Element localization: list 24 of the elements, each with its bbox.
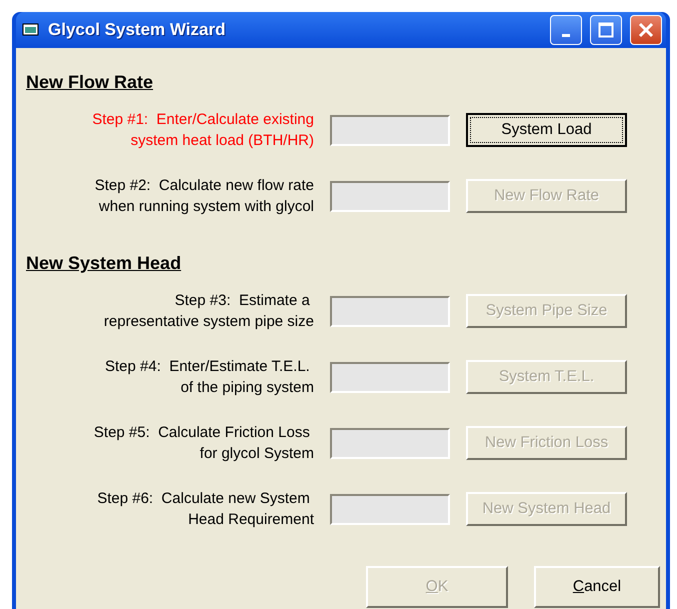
minimize-icon (562, 34, 570, 36)
section-heading: New System Head (26, 253, 182, 274)
step-label: Step #1: Enter/Calculate existing system heat load (BTH/HR) (92, 110, 314, 151)
step-label: Step #5: Calculate Friction Loss for glycol System (94, 423, 314, 464)
maximize-button[interactable] (590, 15, 622, 45)
value-field[interactable] (330, 296, 450, 326)
step-label: Step #3: Estimate a representative system pipe size (104, 291, 314, 332)
step-label: Step #2: Calculate new flow rate when running system with glycol (94, 176, 314, 217)
section-heading: New Flow Rate (26, 72, 154, 93)
window-icon (22, 22, 40, 38)
value-field[interactable] (330, 428, 450, 458)
value-field[interactable] (330, 362, 450, 392)
step-label: Step #6: Calculate new System Head Requirement (97, 489, 314, 530)
minimize-button[interactable] (550, 15, 582, 45)
value-field[interactable] (330, 180, 450, 212)
window-title: Glycol System Wizard (48, 20, 226, 40)
cancel-button[interactable]: Cancel (534, 566, 660, 608)
step-label: Step #4: Enter/Estimate T.E.L. of the piping system (105, 357, 314, 398)
maximize-icon (598, 22, 614, 38)
close-icon (638, 22, 654, 38)
step-button[interactable]: System Load (466, 113, 627, 147)
value-field[interactable] (330, 114, 450, 146)
value-field[interactable] (330, 494, 450, 524)
close-button[interactable] (630, 15, 662, 45)
